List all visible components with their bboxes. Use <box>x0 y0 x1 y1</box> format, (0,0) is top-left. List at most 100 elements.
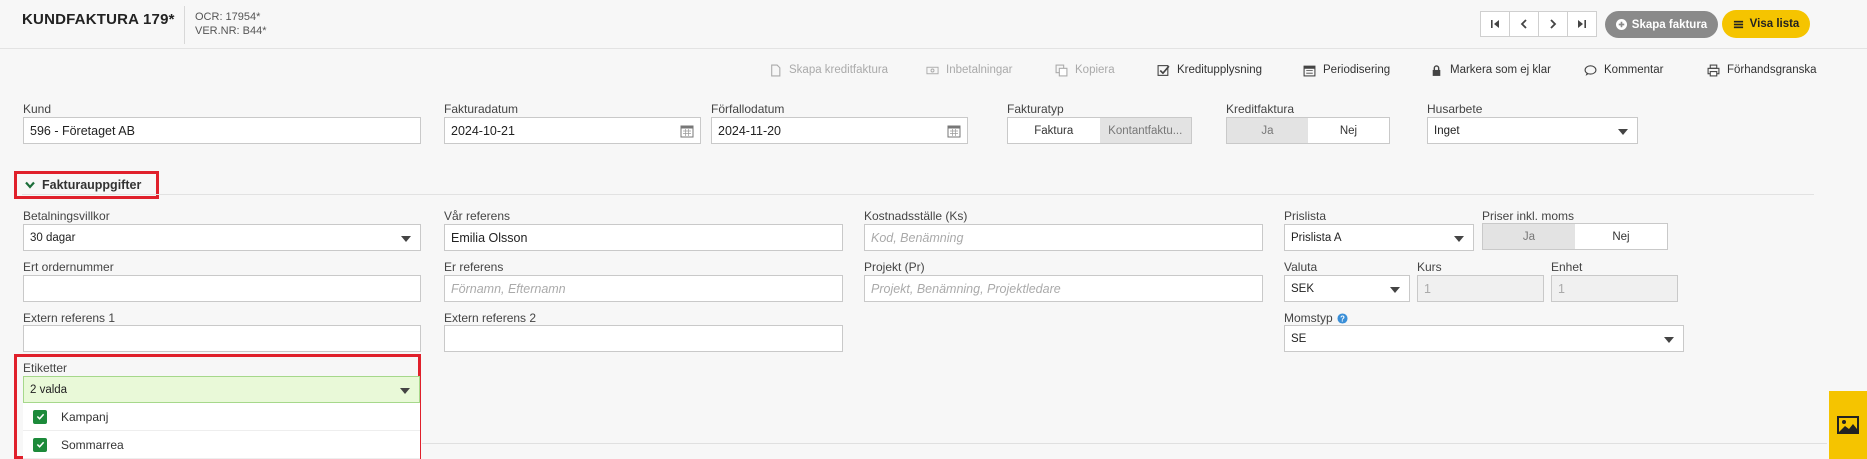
list-icon <box>1733 20 1743 28</box>
copy-action[interactable]: Kopiera <box>1055 62 1115 78</box>
chevron-left-icon <box>1520 19 1527 29</box>
invoice-date-label: Fakturadatum <box>444 102 519 116</box>
invoice-type-option-kontant[interactable]: Kontantfaktu... <box>1099 118 1191 143</box>
external-reference-1-label: Extern referens 1 <box>23 311 116 325</box>
checkbox-checked-icon[interactable] <box>33 437 47 452</box>
external-reference-1-field[interactable] <box>23 325 421 352</box>
help-icon[interactable]: ? <box>1337 312 1348 324</box>
tag-option-label: Kampanj <box>61 409 109 424</box>
create-invoice-button[interactable]: Skapa faktura <box>1605 11 1718 38</box>
page-title: KUNDFAKTURA 179* <box>22 11 175 28</box>
invoice-date-field[interactable]: 2024-10-21 <box>444 117 701 144</box>
calendar-icon[interactable] <box>680 124 694 138</box>
tag-option-kampanj[interactable]: Kampanj <box>23 403 420 431</box>
currency-select[interactable]: SEK <box>1284 275 1410 302</box>
plus-icon <box>1615 19 1627 30</box>
tag-option-label: Sommarrea <box>61 437 124 452</box>
checkbox-checked-icon[interactable] <box>33 409 47 424</box>
order-number-label: Ert ordernummer <box>23 260 114 274</box>
top-bar: KUNDFAKTURA 179* OCR: 17954* VER.NR: B44… <box>0 0 1867 49</box>
accrual-label: Periodisering <box>1323 64 1391 76</box>
prices-incl-vat-no[interactable]: Nej <box>1575 224 1667 249</box>
image-panel-button[interactable] <box>1829 391 1867 459</box>
dropdown-caret-icon <box>400 388 410 394</box>
credit-invoice-toggle: Ja Nej <box>1226 117 1390 144</box>
tags-value: 2 valda <box>30 383 68 396</box>
copy-label: Kopiera <box>1075 64 1115 76</box>
section-bottom-divider <box>422 443 1827 444</box>
tags-dropdown-list: Kampanj Sommarrea <box>23 403 420 459</box>
currency-value: SEK <box>1291 282 1315 295</box>
mark-not-ready-label: Markera som ej klar <box>1450 64 1551 76</box>
comment-action[interactable]: Kommentar <box>1584 62 1663 78</box>
chevron-down-icon <box>25 181 35 189</box>
dropdown-caret-icon <box>1664 337 1674 343</box>
invoice-date-value: 2024-10-21 <box>451 123 515 138</box>
next-record-button[interactable] <box>1538 11 1568 37</box>
price-list-select[interactable]: Prislista A <box>1284 224 1474 251</box>
calendar-icon[interactable] <box>947 124 961 138</box>
preview-action[interactable]: Förhandsgranska <box>1707 62 1817 78</box>
payment-terms-label: Betalningsvillkor <box>23 209 110 223</box>
comment-icon <box>1584 64 1597 76</box>
our-reference-field[interactable]: Emilia Olsson <box>444 224 843 251</box>
lock-icon <box>1432 64 1441 76</box>
invoice-type-option-faktura[interactable]: Faktura <box>1008 118 1100 143</box>
prices-incl-vat-yes[interactable]: Ja <box>1483 224 1575 249</box>
create-invoice-label: Skapa faktura <box>1631 18 1708 31</box>
tags-select[interactable]: 2 valda <box>23 376 420 403</box>
checkbox-icon <box>1157 64 1170 76</box>
credit-invoice-yes[interactable]: Ja <box>1227 118 1308 143</box>
due-date-field[interactable]: 2024-11-20 <box>711 117 968 144</box>
your-reference-label: Er referens <box>444 260 504 274</box>
payment-terms-select[interactable]: 30 dagar <box>23 224 421 251</box>
prices-incl-vat-toggle: Ja Nej <box>1482 223 1668 250</box>
our-reference-label: Vår referens <box>444 209 511 223</box>
last-record-button[interactable] <box>1567 11 1597 37</box>
house-work-value: Inget <box>1434 124 1460 137</box>
currency-label: Valuta <box>1284 260 1318 274</box>
payments-action[interactable]: Inbetalningar <box>926 62 1013 78</box>
printer-icon <box>1707 64 1720 76</box>
tags-label: Etiketter <box>23 361 68 375</box>
dropdown-caret-icon <box>1454 236 1464 242</box>
dropdown-caret-icon <box>401 236 411 242</box>
external-reference-2-field[interactable] <box>444 325 843 352</box>
copy-icon <box>1055 64 1068 76</box>
first-record-button[interactable] <box>1480 11 1510 37</box>
preview-label: Förhandsgranska <box>1727 64 1817 76</box>
create-credit-invoice-label: Skapa kreditfaktura <box>789 64 889 76</box>
record-navigation <box>1480 11 1597 37</box>
project-label: Projekt (Pr) <box>864 260 925 274</box>
price-list-label: Prislista <box>1284 209 1327 223</box>
order-number-field[interactable] <box>23 275 421 302</box>
your-reference-field[interactable]: Förnamn, Efternamn <box>444 275 843 302</box>
payment-terms-value: 30 dagar <box>30 231 76 244</box>
customer-field[interactable]: 596 - Företaget AB <box>23 117 421 144</box>
create-credit-invoice-action[interactable]: Skapa kreditfaktura <box>769 62 888 78</box>
project-field[interactable]: Projekt, Benämning, Projektledare <box>864 275 1263 302</box>
image-icon <box>1837 416 1859 434</box>
mark-not-ready-action[interactable]: Markera som ej klar <box>1430 62 1551 78</box>
divider <box>184 6 185 44</box>
cost-center-field[interactable]: Kod, Benämning <box>864 224 1263 251</box>
due-date-label: Förfallodatum <box>711 102 785 116</box>
unit-label: Enhet <box>1551 260 1583 274</box>
dropdown-caret-icon <box>1618 129 1628 135</box>
previous-record-button[interactable] <box>1509 11 1539 37</box>
dropdown-caret-icon <box>1390 287 1400 293</box>
credit-invoice-no[interactable]: Nej <box>1308 118 1389 143</box>
rate-label: Kurs <box>1417 260 1442 274</box>
vat-type-label: Momstyp <box>1284 311 1333 325</box>
comment-label: Kommentar <box>1604 64 1664 76</box>
accrual-action[interactable]: Periodisering <box>1303 62 1390 78</box>
last-icon <box>1578 20 1586 28</box>
vat-type-select[interactable]: SE <box>1284 325 1684 352</box>
voucher-number: VER.NR: B44* <box>195 25 267 37</box>
tag-option-sommarrea[interactable]: Sommarrea <box>23 431 420 459</box>
show-list-button[interactable]: Visa lista <box>1722 10 1810 38</box>
house-work-select[interactable]: Inget <box>1427 117 1638 144</box>
credit-report-label: Kreditupplysning <box>1177 64 1263 76</box>
first-icon <box>1491 20 1499 28</box>
credit-report-action[interactable]: Kreditupplysning <box>1157 62 1262 78</box>
